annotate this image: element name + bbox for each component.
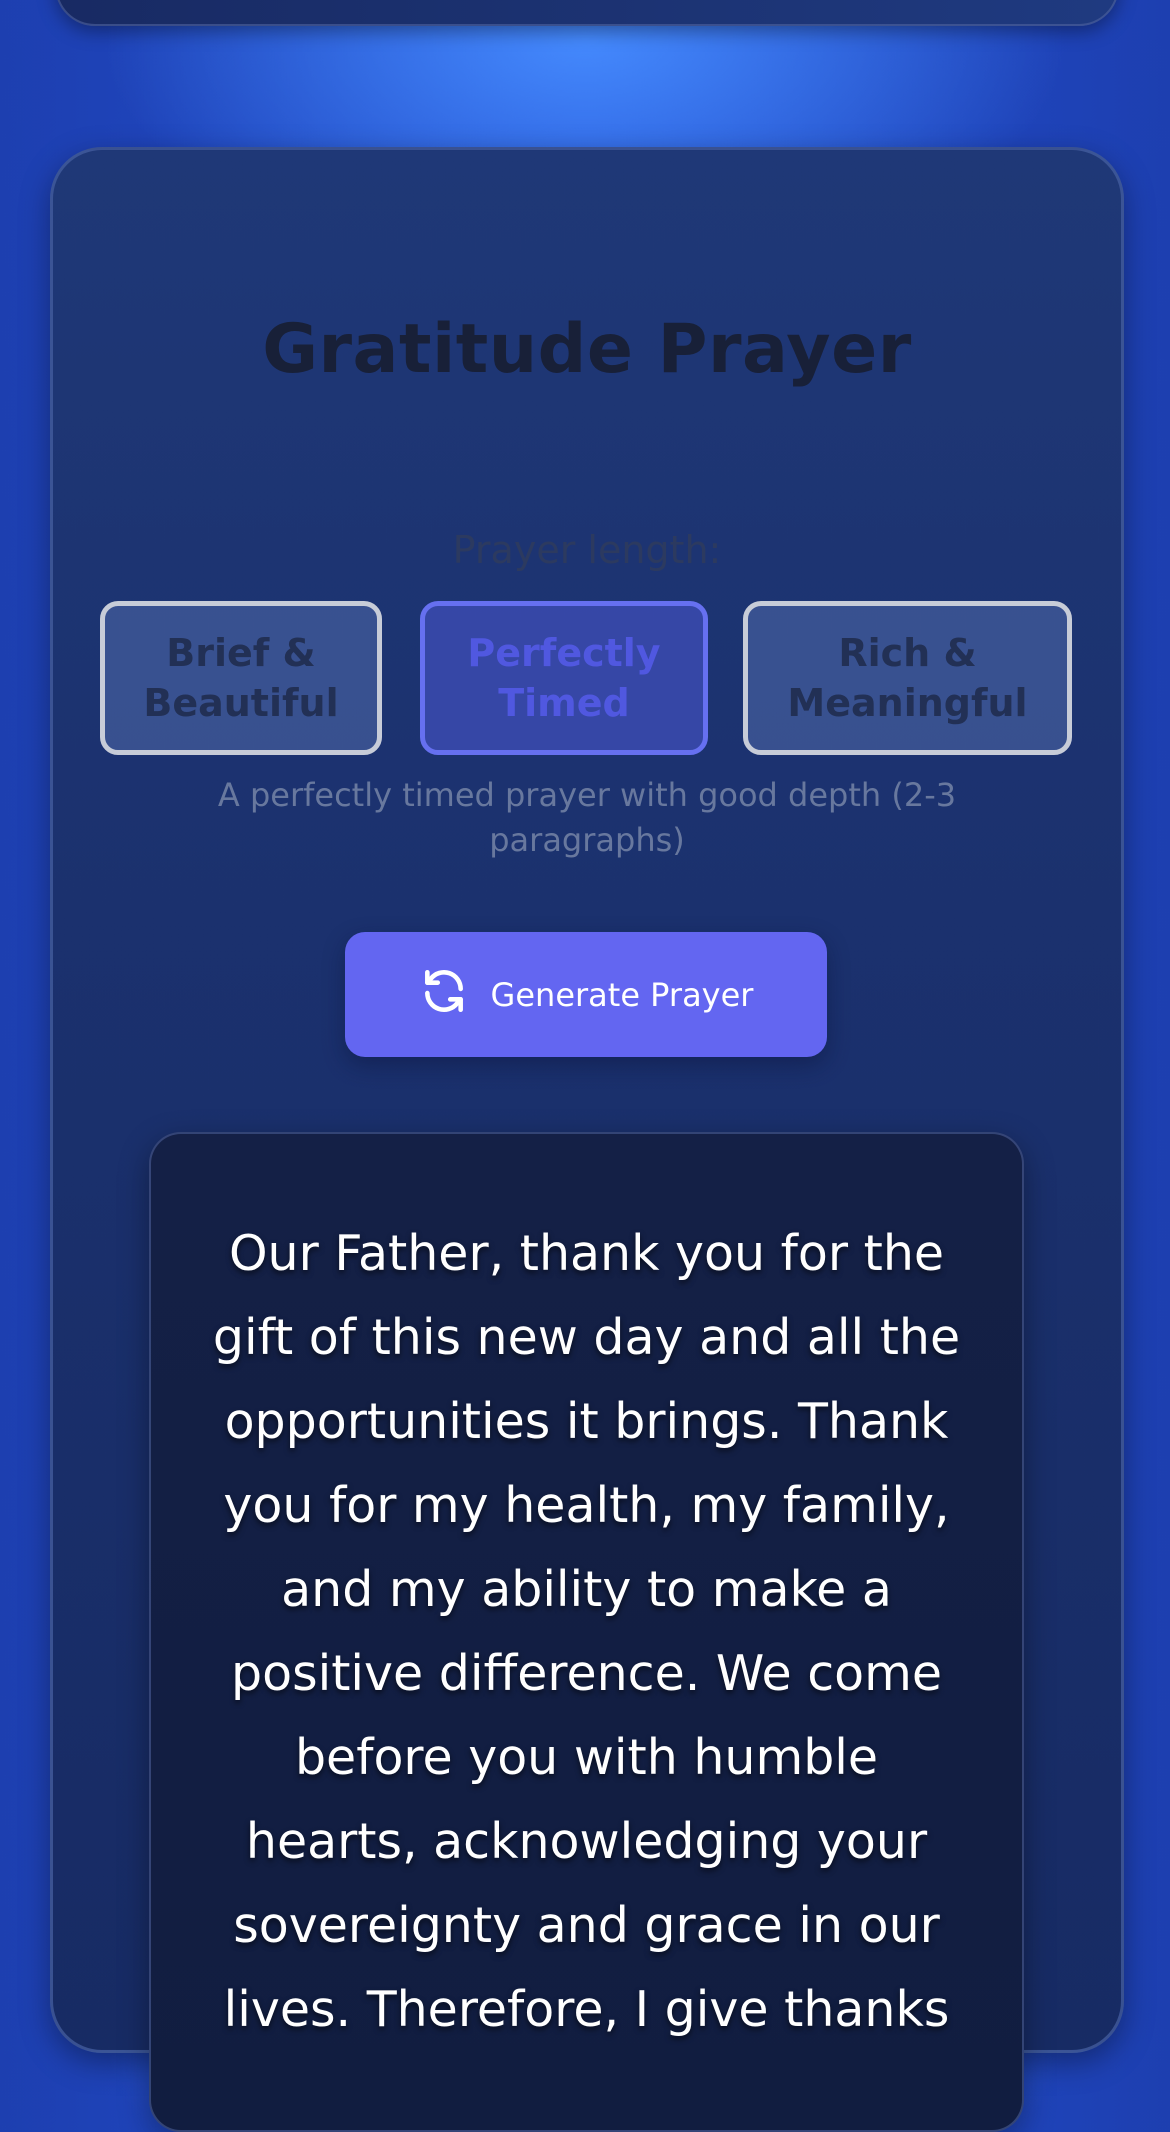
length-option-rich[interactable]: Rich & Meaningful <box>743 601 1072 755</box>
length-option-label: Rich & Meaningful <box>787 631 1028 725</box>
length-option-brief[interactable]: Brief & Beautiful <box>100 601 382 755</box>
length-option-perfectly-timed[interactable]: Perfectly Timed <box>420 601 708 755</box>
generate-prayer-button[interactable]: Generate Prayer <box>345 932 827 1057</box>
generate-prayer-label: Generate Prayer <box>490 975 754 1014</box>
refresh-icon <box>419 966 469 1024</box>
page-title: Gratitude Prayer <box>262 310 912 389</box>
length-description: A perfectly timed prayer with good depth… <box>217 776 957 859</box>
prayer-card: Gratitude Prayer Prayer length: Brief & … <box>50 147 1124 2132</box>
length-option-label: Perfectly Timed <box>467 631 661 725</box>
prayer-output: Our Father, thank you for the gift of th… <box>149 1132 1024 2132</box>
prayer-length-label: Prayer length: <box>452 528 722 572</box>
length-option-label: Brief & Beautiful <box>143 631 339 725</box>
previous-card <box>55 0 1119 26</box>
prayer-text: Our Father, thank you for the gift of th… <box>212 1225 961 2038</box>
